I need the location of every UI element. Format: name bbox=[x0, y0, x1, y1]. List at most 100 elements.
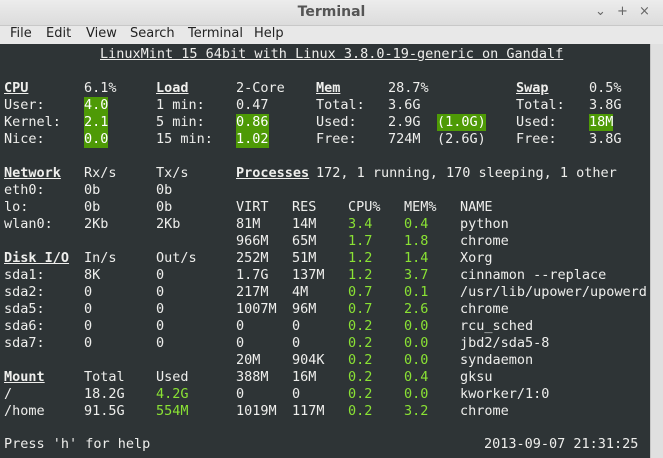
proc-res: 0 bbox=[292, 335, 301, 351]
maximize-icon[interactable]: + bbox=[617, 4, 628, 19]
load-15min-label: 15 min: bbox=[156, 131, 213, 147]
processes-label: Processes bbox=[236, 165, 310, 181]
scrollbar[interactable] bbox=[650, 44, 663, 458]
proc-cpu: 1.2 bbox=[348, 267, 373, 283]
proc-name: rcu_sched bbox=[460, 318, 534, 334]
disk-out: 0 bbox=[156, 267, 165, 283]
mount-used: 554M bbox=[156, 403, 189, 419]
disk-out: 0 bbox=[156, 284, 165, 300]
proc-cpu: 0.2 bbox=[348, 335, 373, 351]
menu-terminal[interactable]: Terminal bbox=[188, 26, 243, 41]
swap-used-value: 18M bbox=[589, 114, 614, 131]
mem-used-label: Used: bbox=[316, 114, 357, 130]
net-rx: 0b bbox=[84, 199, 101, 215]
mem-total-label: Total: bbox=[316, 97, 365, 113]
disk-in: 0 bbox=[84, 284, 93, 300]
load-label: Load bbox=[156, 80, 189, 96]
system-header: LinuxMint 15 64bit with Linux 3.8.0-19-g… bbox=[100, 46, 564, 62]
window-title: Terminal bbox=[297, 4, 366, 20]
proc-name: jbd2/sda5-8 bbox=[460, 335, 550, 351]
proc-name: python bbox=[460, 216, 509, 232]
load-cores: 2-Core bbox=[236, 80, 285, 96]
title-bar[interactable]: Terminal ⌄ + × bbox=[0, 0, 663, 26]
disk-in: 0 bbox=[84, 335, 93, 351]
proc-cpu: 0.2 bbox=[348, 318, 373, 334]
close-icon[interactable]: × bbox=[639, 4, 650, 19]
proc-res: 4M bbox=[292, 284, 309, 300]
proc-header-res: RES bbox=[292, 199, 317, 215]
menu-file[interactable]: File bbox=[10, 26, 32, 41]
disk-out: 0 bbox=[156, 318, 165, 334]
proc-res: 117M bbox=[292, 403, 325, 419]
proc-mem: 0.4 bbox=[404, 369, 429, 385]
disk-in: 8K bbox=[84, 267, 101, 283]
disk-device: sda5: bbox=[4, 301, 45, 317]
proc-res: 904K bbox=[292, 352, 325, 368]
proc-cpu: 0.7 bbox=[348, 284, 373, 300]
proc-mem: 0.0 bbox=[404, 386, 429, 402]
proc-res: 51M bbox=[292, 250, 317, 266]
proc-virt: 1019M bbox=[236, 403, 277, 419]
proc-virt: 20M bbox=[236, 352, 261, 368]
proc-mem: 2.6 bbox=[404, 301, 429, 317]
mount-path: /home bbox=[4, 403, 45, 419]
menu-edit[interactable]: Edit bbox=[46, 26, 71, 41]
mem-free-extra: (2.6G) bbox=[437, 131, 486, 147]
net-iface: eth0: bbox=[4, 182, 45, 198]
cpu-nice-label: Nice: bbox=[4, 131, 45, 147]
net-tx: 2Kb bbox=[156, 216, 181, 232]
cpu-label: CPU bbox=[4, 80, 29, 96]
menu-help[interactable]: Help bbox=[254, 26, 284, 41]
proc-res: 65M bbox=[292, 233, 317, 249]
mount-total-header: Total bbox=[84, 369, 125, 385]
cpu-user-label: User: bbox=[4, 97, 45, 113]
mount-label: Mount bbox=[4, 369, 45, 385]
mount-total: 91.5G bbox=[84, 403, 125, 419]
mem-total-value: 3.6G bbox=[388, 97, 421, 113]
proc-name: chrome bbox=[460, 301, 509, 317]
terminal-window: Terminal ⌄ + × File Edit View Search Ter… bbox=[0, 0, 663, 458]
proc-name: /usr/lib/upower/upowerd bbox=[460, 284, 647, 300]
net-tx: 0b bbox=[156, 182, 173, 198]
proc-mem: 1.8 bbox=[404, 233, 429, 249]
cpu-nice-value: 0.0 bbox=[84, 131, 109, 148]
proc-cpu: 3.4 bbox=[348, 216, 373, 232]
proc-cpu: 0.2 bbox=[348, 403, 373, 419]
mem-percent: 28.7% bbox=[388, 80, 429, 96]
mem-used-extra: (1.0G) bbox=[437, 114, 486, 131]
proc-res: 137M bbox=[292, 267, 325, 283]
mount-total: 18.2G bbox=[84, 386, 125, 402]
proc-header-name: NAME bbox=[460, 199, 493, 215]
load-1min-value: 0.47 bbox=[236, 97, 269, 113]
disk-label: Disk I/O bbox=[4, 250, 70, 266]
proc-res: 16M bbox=[292, 369, 317, 385]
proc-cpu: 1.7 bbox=[348, 233, 373, 249]
proc-res: 96M bbox=[292, 301, 317, 317]
proc-mem: 3.7 bbox=[404, 267, 429, 283]
menu-search[interactable]: Search bbox=[130, 26, 175, 41]
proc-virt: 81M bbox=[236, 216, 261, 232]
minimize-icon[interactable]: ⌄ bbox=[595, 4, 606, 19]
help-hint: Press 'h' for help bbox=[4, 436, 151, 452]
proc-header-mem: MEM% bbox=[404, 199, 437, 215]
proc-name: chrome bbox=[460, 233, 509, 249]
net-rx: 2Kb bbox=[84, 216, 109, 232]
mem-free-value: 724M bbox=[388, 131, 421, 147]
proc-virt: 388M bbox=[236, 369, 269, 385]
processes-summary: 172, 1 running, 170 sleeping, 1 other bbox=[316, 165, 617, 181]
disk-out-header: Out/s bbox=[156, 250, 197, 266]
proc-name: kworker/1:0 bbox=[460, 386, 550, 402]
proc-virt: 252M bbox=[236, 250, 269, 266]
terminal-content[interactable]: LinuxMint 15 64bit with Linux 3.8.0-19-g… bbox=[0, 44, 650, 458]
proc-header-virt: VIRT bbox=[236, 199, 269, 215]
proc-virt: 217M bbox=[236, 284, 269, 300]
load-15min-value: 1.02 bbox=[236, 131, 269, 148]
swap-total-label: Total: bbox=[516, 97, 565, 113]
swap-used-label: Used: bbox=[516, 114, 557, 130]
load-5min-label: 5 min: bbox=[156, 114, 205, 130]
swap-total-value: 3.8G bbox=[589, 97, 622, 113]
disk-out: 0 bbox=[156, 335, 165, 351]
mount-path: / bbox=[4, 386, 13, 402]
menu-bar: File Edit View Search Terminal Help bbox=[0, 26, 663, 44]
menu-view[interactable]: View bbox=[86, 26, 117, 41]
